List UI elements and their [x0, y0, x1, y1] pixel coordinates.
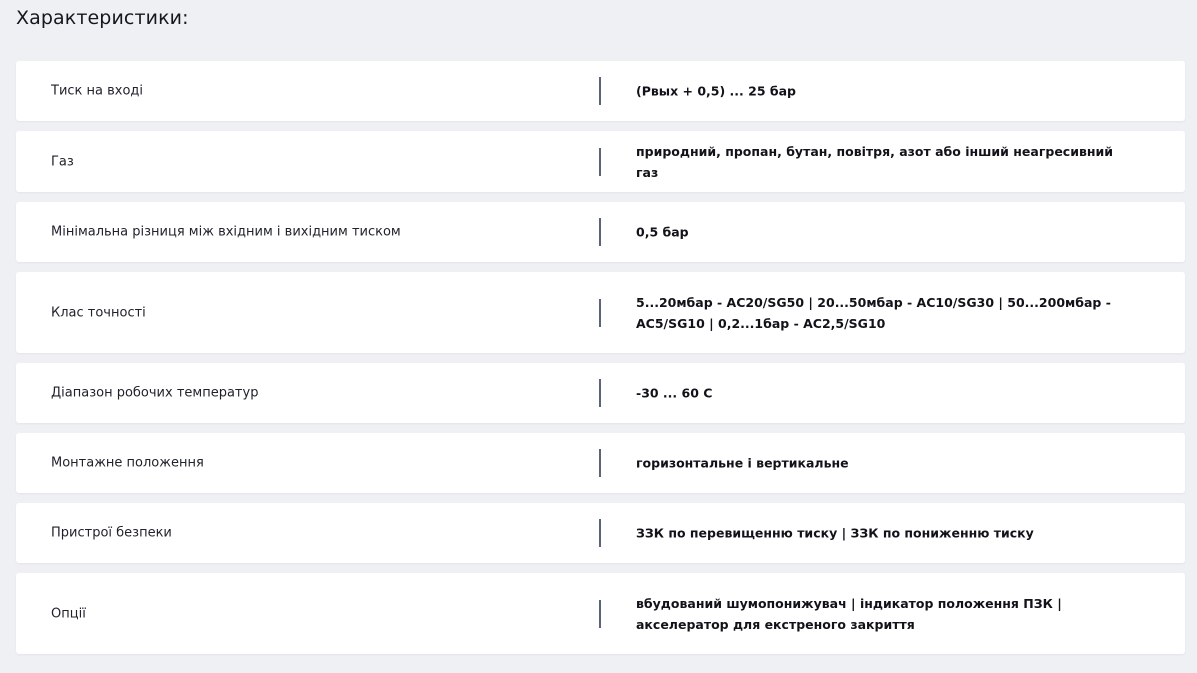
spec-divider — [599, 599, 601, 628]
spec-divider — [599, 519, 601, 547]
spec-value: вбудований шумопонижувач | індикатор пол… — [636, 595, 1062, 632]
spec-value: -30 ... 60 С — [636, 385, 713, 401]
spec-value: 0,5 бар — [636, 224, 689, 240]
spec-row-accuracy-class: Клас точності 5...20мбар - AC20/SG50 | 2… — [16, 272, 1185, 353]
spec-row-gas: Газ природний, пропан, бутан, повітря, а… — [16, 131, 1185, 192]
spec-label: Мінімальна різниця між вхідним і вихідни… — [51, 224, 401, 240]
spec-divider — [599, 379, 601, 407]
spec-row-mounting-position: Монтажне положення горизонтальне і верти… — [16, 433, 1185, 493]
spec-label: Клас точності — [51, 305, 146, 320]
spec-divider — [599, 218, 601, 246]
spec-value: 5...20мбар - AC20/SG50 | 20...50мбар - A… — [636, 294, 1111, 331]
spec-row-min-pressure-diff: Мінімальна різниця між вхідним і вихідни… — [16, 202, 1185, 262]
spec-divider — [599, 147, 601, 176]
spec-label: Діапазон робочих температур — [51, 385, 259, 401]
spec-label: Опції — [51, 606, 86, 621]
section-title: Характеристики: — [16, 7, 189, 29]
spec-label: Газ — [51, 154, 74, 169]
spec-divider — [599, 298, 601, 327]
spec-value: (Рвых + 0,5) ... 25 бар — [636, 83, 796, 99]
spec-value: ЗЗК по перевищенню тиску | ЗЗК по пониже… — [636, 525, 1034, 541]
spec-row-options: Опції вбудований шумопонижувач | індикат… — [16, 573, 1185, 654]
spec-row-input-pressure: Тиск на вході (Рвых + 0,5) ... 25 бар — [16, 61, 1185, 121]
spec-value: горизонтальне і вертикальне — [636, 455, 849, 471]
spec-label: Монтажне положення — [51, 455, 204, 471]
spec-row-safety-devices: Пристрої безпеки ЗЗК по перевищенню тиск… — [16, 503, 1185, 563]
spec-row-temperature-range: Діапазон робочих температур -30 ... 60 С — [16, 363, 1185, 423]
spec-divider — [599, 449, 601, 477]
spec-value: природний, пропан, бутан, повітря, азот … — [636, 143, 1114, 180]
spec-label: Тиск на вході — [51, 83, 144, 99]
spec-divider — [599, 77, 601, 105]
spec-label: Пристрої безпеки — [51, 525, 172, 541]
